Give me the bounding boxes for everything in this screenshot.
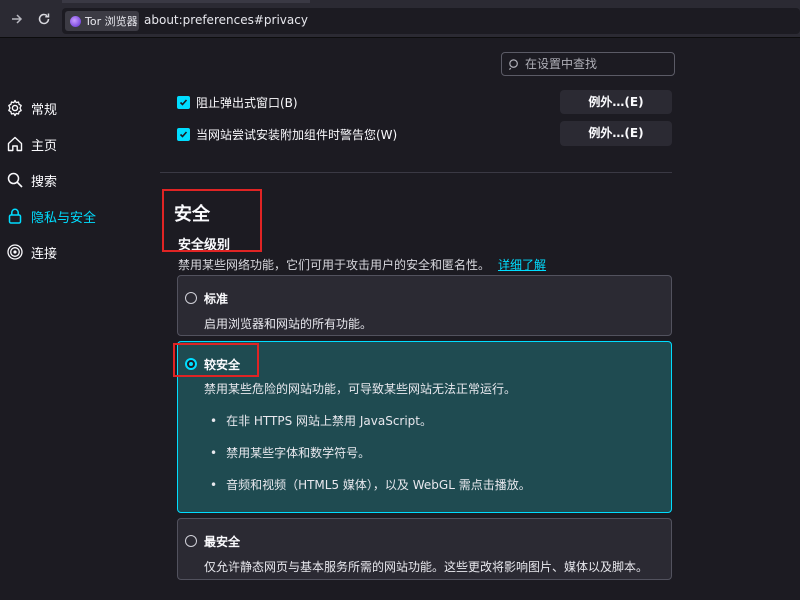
url-text[interactable]: about:preferences#privacy: [144, 13, 308, 27]
checkmark-icon: [179, 99, 188, 106]
popup-block-label[interactable]: 阻止弹出式窗口(B): [196, 94, 298, 111]
standard-name: 标准: [204, 292, 229, 306]
security-level-safest[interactable]: 最安全 仅允许静态网页与基本服务所需的网站功能。这些更改将影响图片、媒体以及脚本…: [177, 518, 672, 580]
security-description-text: 禁用某些网络功能，它们可用于攻击用户的安全和匿名性。: [178, 258, 491, 272]
popup-exceptions-button[interactable]: 例外…(E): [560, 90, 672, 114]
safest-name: 最安全: [204, 535, 241, 549]
safer-bullet: 在非 HTTPS 网站上禁用 JavaScript。: [210, 412, 432, 429]
forward-icon[interactable]: [8, 12, 26, 30]
safer-bullet: 禁用某些字体和数学符号。: [210, 444, 370, 461]
checkmark-icon: [179, 131, 188, 138]
learn-more-link[interactable]: 详细了解: [498, 258, 546, 272]
annotation-box-security-title: [162, 189, 262, 252]
popup-block-row: 阻止弹出式窗口(B): [177, 94, 298, 111]
addon-warning-label[interactable]: 当网站尝试安装附加组件时警告您(W): [196, 126, 397, 143]
reload-icon[interactable]: [35, 12, 53, 30]
navigation-toolbar: Tor 浏览器 about:preferences#privacy: [0, 4, 800, 38]
safest-description: 仅允许静态网页与基本服务所需的网站功能。这些更改将影响图片、媒体以及脚本。: [204, 560, 649, 574]
security-level-standard[interactable]: 标准 启用浏览器和网站的所有功能。: [177, 275, 672, 336]
annotation-box-safer: [173, 343, 259, 377]
addon-warning-row: 当网站尝试安装附加组件时警告您(W): [177, 126, 397, 143]
safest-radio[interactable]: [185, 535, 197, 547]
tor-identity-badge[interactable]: Tor 浏览器: [65, 11, 139, 31]
preferences-content: 阻止弹出式窗口(B) 例外…(E) 当网站尝试安装附加组件时警告您(W) 例外……: [0, 38, 800, 600]
safer-description: 禁用某些危险的网站功能，可导致某些网站无法正常运行。: [204, 382, 517, 396]
safer-bullet: 音频和视频（HTML5 媒体），以及 WebGL 需点击播放。: [210, 476, 531, 493]
security-level-description: 禁用某些网络功能，它们可用于攻击用户的安全和匿名性。 详细了解: [178, 256, 546, 273]
url-bar[interactable]: Tor 浏览器 about:preferences#privacy: [62, 8, 800, 34]
section-divider: [160, 172, 672, 173]
tor-onion-icon: [70, 15, 81, 27]
identity-label: Tor 浏览器: [85, 15, 138, 28]
standard-radio[interactable]: [185, 292, 197, 304]
standard-description: 启用浏览器和网站的所有功能。: [204, 317, 373, 331]
popup-block-checkbox[interactable]: [177, 96, 190, 109]
addon-exceptions-button[interactable]: 例外…(E): [560, 121, 672, 146]
active-tab-edge[interactable]: [62, 0, 310, 3]
addon-warning-checkbox[interactable]: [177, 128, 190, 141]
